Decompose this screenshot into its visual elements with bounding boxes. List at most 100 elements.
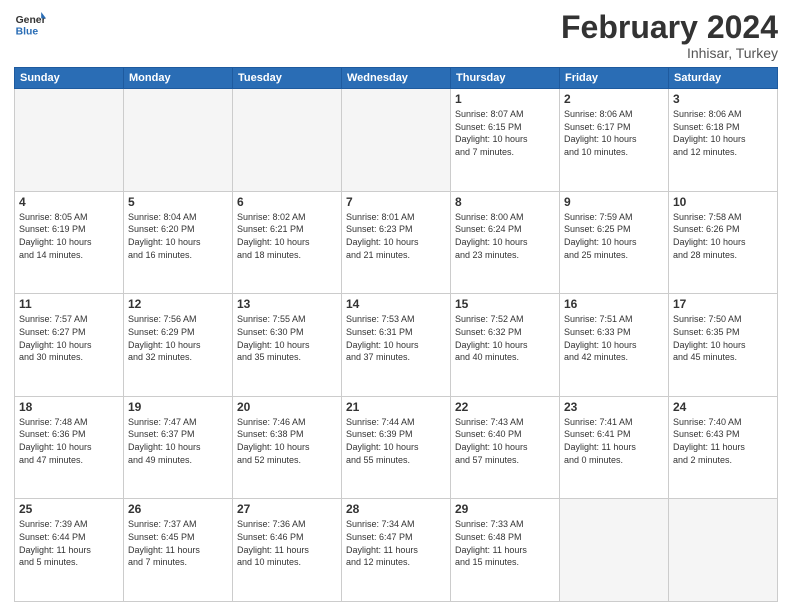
day-number: 17: [673, 297, 773, 311]
day-number: 19: [128, 400, 228, 414]
day-number: 9: [564, 195, 664, 209]
page: General Blue February 2024 Inhisar, Turk…: [0, 0, 792, 612]
header-tuesday: Tuesday: [233, 68, 342, 89]
table-row: 7 Sunrise: 8:01 AMSunset: 6:23 PMDaylight…: [342, 191, 451, 294]
calendar-week-row: 1Sunrise: 8:07 AMSunset: 6:15 PMDaylight…: [15, 89, 778, 192]
table-row: [233, 89, 342, 192]
table-row: 16Sunrise: 7:51 AMSunset: 6:33 PMDayligh…: [560, 294, 669, 397]
day-number: 15: [455, 297, 555, 311]
main-title: February 2024: [561, 10, 778, 45]
day-number: 21: [346, 400, 446, 414]
table-row: 25 Sunrise: 7:39 AMSunset: 6:44 PMDayligh…: [15, 499, 124, 602]
table-row: 9 Sunrise: 7:59 AMSunset: 6:25 PMDaylight…: [560, 191, 669, 294]
day-info: Sunrise: 7:40 AMSunset: 6:43 PMDaylight:…: [673, 416, 773, 466]
day-number: 18: [19, 400, 119, 414]
day-info: Sunrise: 7:46 AMSunset: 6:38 PMDaylight:…: [237, 416, 337, 466]
day-number: 11: [19, 297, 119, 311]
day-number: 25: [19, 502, 119, 516]
table-row: 22Sunrise: 7:43 AMSunset: 6:40 PMDayligh…: [451, 396, 560, 499]
day-number: 23: [564, 400, 664, 414]
day-number: 20: [237, 400, 337, 414]
table-row: [124, 89, 233, 192]
day-info: Sunrise: 7:59 AMSunset: 6:25 PMDaylight:…: [564, 211, 664, 261]
table-row: 29 Sunrise: 7:33 AMSunset: 6:48 PMDayligh…: [451, 499, 560, 602]
table-row: [669, 499, 778, 602]
day-info: Sunrise: 7:44 AMSunset: 6:39 PMDaylight:…: [346, 416, 446, 466]
table-row: 4Sunrise: 8:05 AMSunset: 6:19 PMDaylight…: [15, 191, 124, 294]
day-info: Sunrise: 7:47 AMSunset: 6:37 PMDaylight:…: [128, 416, 228, 466]
day-number: 1: [455, 92, 555, 106]
header-monday: Monday: [124, 68, 233, 89]
calendar-table: Sunday Monday Tuesday Wednesday Thursday…: [14, 67, 778, 602]
day-info: Sunrise: 7:34 AMSunset: 6:47 PMDaylight:…: [346, 518, 446, 568]
header-wednesday: Wednesday: [342, 68, 451, 89]
table-row: 6Sunrise: 8:02 AMSunset: 6:21 PMDaylight…: [233, 191, 342, 294]
day-number: 24: [673, 400, 773, 414]
day-number: 4: [19, 195, 119, 209]
calendar-week-row: 18 Sunrise: 7:48 AMSunset: 6:36 PMDayligh…: [15, 396, 778, 499]
day-number: 26: [128, 502, 228, 516]
day-number: 16: [564, 297, 664, 311]
day-info: Sunrise: 7:48 AMSunset: 6:36 PMDaylight:…: [19, 416, 119, 466]
table-row: 10Sunrise: 7:58 AMSunset: 6:26 PMDayligh…: [669, 191, 778, 294]
day-number: 3: [673, 92, 773, 106]
table-row: 8 Sunrise: 8:00 AMSunset: 6:24 PMDaylight…: [451, 191, 560, 294]
day-info: Sunrise: 7:39 AMSunset: 6:44 PMDaylight:…: [19, 518, 119, 568]
day-number: 5: [128, 195, 228, 209]
table-row: 13Sunrise: 7:55 AMSunset: 6:30 PMDayligh…: [233, 294, 342, 397]
table-row: 17 Sunrise: 7:50 AMSunset: 6:35 PMDayligh…: [669, 294, 778, 397]
table-row: 20 Sunrise: 7:46 AMSunset: 6:38 PMDayligh…: [233, 396, 342, 499]
table-row: 26Sunrise: 7:37 AMSunset: 6:45 PMDayligh…: [124, 499, 233, 602]
day-info: Sunrise: 7:43 AMSunset: 6:40 PMDaylight:…: [455, 416, 555, 466]
subtitle: Inhisar, Turkey: [561, 45, 778, 61]
day-info: Sunrise: 8:01 AMSunset: 6:23 PMDaylight:…: [346, 211, 446, 261]
day-info: Sunrise: 8:02 AMSunset: 6:21 PMDaylight:…: [237, 211, 337, 261]
table-row: 2 Sunrise: 8:06 AMSunset: 6:17 PMDaylight…: [560, 89, 669, 192]
day-info: Sunrise: 8:04 AMSunset: 6:20 PMDaylight:…: [128, 211, 228, 261]
svg-text:Blue: Blue: [16, 26, 39, 37]
table-row: [342, 89, 451, 192]
table-row: [560, 499, 669, 602]
day-info: Sunrise: 7:53 AMSunset: 6:31 PMDaylight:…: [346, 313, 446, 363]
calendar-week-row: 25 Sunrise: 7:39 AMSunset: 6:44 PMDayligh…: [15, 499, 778, 602]
day-number: 12: [128, 297, 228, 311]
logo-icon: General Blue: [14, 10, 46, 38]
header: General Blue February 2024 Inhisar, Turk…: [14, 10, 778, 61]
table-row: 14 Sunrise: 7:53 AMSunset: 6:31 PMDayligh…: [342, 294, 451, 397]
table-row: 27Sunrise: 7:36 AMSunset: 6:46 PMDayligh…: [233, 499, 342, 602]
day-info: Sunrise: 8:06 AMSunset: 6:18 PMDaylight:…: [673, 108, 773, 158]
header-thursday: Thursday: [451, 68, 560, 89]
day-number: 29: [455, 502, 555, 516]
table-row: 12 Sunrise: 7:56 AMSunset: 6:29 PMDayligh…: [124, 294, 233, 397]
table-row: 21 Sunrise: 7:44 AMSunset: 6:39 PMDayligh…: [342, 396, 451, 499]
day-info: Sunrise: 7:56 AMSunset: 6:29 PMDaylight:…: [128, 313, 228, 363]
table-row: 18 Sunrise: 7:48 AMSunset: 6:36 PMDayligh…: [15, 396, 124, 499]
table-row: 11 Sunrise: 7:57 AMSunset: 6:27 PMDayligh…: [15, 294, 124, 397]
day-number: 7: [346, 195, 446, 209]
table-row: 1Sunrise: 8:07 AMSunset: 6:15 PMDaylight…: [451, 89, 560, 192]
day-number: 13: [237, 297, 337, 311]
table-row: 5 Sunrise: 8:04 AMSunset: 6:20 PMDaylight…: [124, 191, 233, 294]
title-block: February 2024 Inhisar, Turkey: [561, 10, 778, 61]
table-row: 19 Sunrise: 7:47 AMSunset: 6:37 PMDayligh…: [124, 396, 233, 499]
day-info: Sunrise: 7:50 AMSunset: 6:35 PMDaylight:…: [673, 313, 773, 363]
calendar-header-row: Sunday Monday Tuesday Wednesday Thursday…: [15, 68, 778, 89]
table-row: 15Sunrise: 7:52 AMSunset: 6:32 PMDayligh…: [451, 294, 560, 397]
calendar-week-row: 11 Sunrise: 7:57 AMSunset: 6:27 PMDayligh…: [15, 294, 778, 397]
table-row: 28 Sunrise: 7:34 AMSunset: 6:47 PMDayligh…: [342, 499, 451, 602]
day-info: Sunrise: 8:06 AMSunset: 6:17 PMDaylight:…: [564, 108, 664, 158]
day-info: Sunrise: 7:41 AMSunset: 6:41 PMDaylight:…: [564, 416, 664, 466]
day-info: Sunrise: 7:33 AMSunset: 6:48 PMDaylight:…: [455, 518, 555, 568]
day-info: Sunrise: 8:00 AMSunset: 6:24 PMDaylight:…: [455, 211, 555, 261]
day-number: 8: [455, 195, 555, 209]
header-saturday: Saturday: [669, 68, 778, 89]
header-sunday: Sunday: [15, 68, 124, 89]
day-number: 14: [346, 297, 446, 311]
logo: General Blue: [14, 10, 46, 38]
day-number: 2: [564, 92, 664, 106]
calendar-week-row: 4Sunrise: 8:05 AMSunset: 6:19 PMDaylight…: [15, 191, 778, 294]
table-row: 24 Sunrise: 7:40 AMSunset: 6:43 PMDayligh…: [669, 396, 778, 499]
day-info: Sunrise: 7:36 AMSunset: 6:46 PMDaylight:…: [237, 518, 337, 568]
day-info: Sunrise: 7:57 AMSunset: 6:27 PMDaylight:…: [19, 313, 119, 363]
day-number: 28: [346, 502, 446, 516]
